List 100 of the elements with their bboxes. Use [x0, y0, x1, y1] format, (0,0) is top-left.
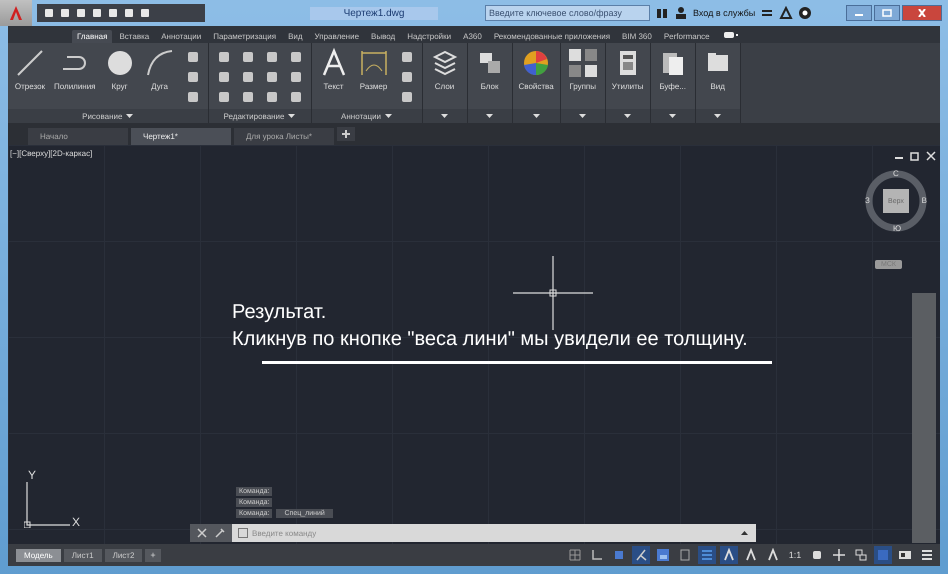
caret-icon[interactable]	[579, 114, 586, 118]
ribbon-tab[interactable]: A360	[458, 30, 487, 43]
plus-icon	[342, 130, 350, 138]
status-bar-button[interactable]	[632, 546, 650, 564]
small-tool-icon[interactable]	[288, 70, 303, 84]
caret-icon[interactable]	[441, 114, 448, 118]
small-tool-icon[interactable]	[240, 90, 255, 104]
caption-text: Кликнув по кнопке "веса лини" мы увидели ее толщину.	[232, 328, 749, 351]
ribbon-button[interactable]: Полилиния	[52, 47, 98, 91]
caret-icon[interactable]	[532, 114, 540, 118]
app-logo[interactable]	[0, 0, 32, 26]
small-tool-icon[interactable]	[240, 50, 255, 64]
small-tool-icon[interactable]	[288, 90, 303, 104]
small-tool-icon[interactable]	[186, 70, 200, 84]
ribbon-tab[interactable]: Вывод	[366, 30, 400, 43]
ribbon-tab[interactable]: Главная	[72, 30, 112, 43]
lineweight-icon	[700, 548, 714, 562]
close-button[interactable]	[902, 5, 942, 21]
isolate-icon	[854, 548, 868, 562]
small-tool-icon[interactable]	[216, 70, 231, 84]
restore-icon[interactable]	[910, 151, 920, 161]
panel-title[interactable]: Рисование	[82, 112, 122, 120]
compass-label[interactable]: З	[865, 196, 870, 205]
wrench-icon[interactable]	[214, 527, 226, 539]
ribbon-button[interactable]: Круг	[102, 47, 138, 91]
sign-in-link[interactable]: Вход в службы	[693, 8, 756, 18]
command-line-field[interactable]: Введите команду	[252, 528, 737, 538]
caret-icon[interactable]	[288, 114, 296, 118]
status-bar-button[interactable]	[654, 546, 672, 564]
caret-icon[interactable]	[624, 114, 632, 118]
small-tool-icon[interactable]	[240, 70, 255, 84]
user-icon[interactable]	[674, 6, 688, 20]
clean-icon	[898, 548, 912, 562]
viewport-label[interactable]: [−][Сверху][2D-каркас]	[10, 149, 92, 158]
annot-icon	[722, 548, 736, 562]
ribbon-tab[interactable]: Рекомендованные приложения	[488, 30, 616, 43]
document-tab[interactable]: Для урока Листы*	[234, 128, 334, 145]
compass-label[interactable]: В	[922, 196, 927, 205]
document-tab[interactable]: Чертеж1*	[131, 128, 231, 145]
ribbon-button[interactable]: Утилиты	[610, 47, 646, 91]
small-tool-icon[interactable]	[400, 90, 414, 104]
panel-toggle-icon[interactable]	[722, 30, 739, 40]
search-field[interactable]: Введите ключевое слово/фразу	[485, 5, 650, 21]
compass-label[interactable]: Ю	[893, 224, 902, 233]
ribbon-button[interactable]: Свойства	[516, 47, 556, 91]
close-icon[interactable]	[926, 151, 936, 161]
small-tool-icon[interactable]	[216, 90, 231, 104]
document-tab[interactable]: Начало	[28, 128, 128, 145]
small-tool-icon[interactable]	[400, 70, 414, 84]
ucs-axes-icon	[24, 482, 70, 528]
ribbon-button[interactable]: Отрезок	[12, 47, 48, 91]
small-tool-icon[interactable]	[186, 90, 200, 104]
gear-icon	[810, 548, 824, 562]
ribbon-tab[interactable]: BIM 360	[617, 30, 657, 43]
otrack-icon	[678, 548, 692, 562]
caret-icon[interactable]	[486, 114, 494, 118]
ribbon-button[interactable]: Размер	[356, 47, 392, 91]
ribbon-button[interactable]: Дуга	[142, 47, 178, 91]
compass-label[interactable]: С	[893, 169, 899, 178]
caret-icon[interactable]	[714, 114, 722, 118]
grid-icon	[568, 548, 582, 562]
ribbon-tab[interactable]: Performance	[658, 30, 715, 43]
ribbon-button[interactable]: Текст	[316, 47, 352, 91]
annot-icon	[744, 548, 758, 562]
window-title: Чертеж1.dwg	[310, 6, 438, 20]
small-tool-icon[interactable]	[264, 70, 279, 84]
small-tool-icon[interactable]	[400, 50, 414, 64]
small-tool-icon[interactable]	[264, 90, 279, 104]
caret-icon[interactable]	[669, 114, 676, 118]
small-tool-icon[interactable]	[186, 50, 200, 64]
scrollbar[interactable]	[912, 293, 936, 543]
command-input-box[interactable]: Введите команду	[232, 524, 756, 542]
minimize-button[interactable]	[846, 5, 872, 21]
ribbon-button[interactable]: Слои	[426, 47, 463, 91]
status-bar-button[interactable]	[720, 546, 738, 564]
ortho-icon	[612, 548, 626, 562]
ribbon-tab[interactable]: Надстройки	[402, 30, 456, 43]
status-bar-button[interactable]	[830, 546, 848, 564]
ribbon-tab[interactable]: Вид	[283, 30, 308, 43]
small-tool-icon[interactable]	[216, 50, 231, 64]
ribbon-button[interactable]: Вид	[700, 47, 736, 91]
new-tab-button[interactable]	[337, 127, 355, 141]
small-tool-icon[interactable]	[288, 50, 303, 64]
ribbon-button[interactable]: Буфе...	[654, 47, 691, 91]
maximize-button[interactable]	[874, 5, 900, 21]
ribbon-button[interactable]: Группы	[564, 47, 601, 91]
layout-tab[interactable]: Лист2	[104, 548, 142, 562]
status-bar-button[interactable]: 1:1	[786, 546, 804, 564]
add-layout-button[interactable]: +	[145, 548, 161, 562]
caret-icon[interactable]	[385, 114, 392, 118]
annot-icon	[766, 548, 780, 562]
layout-tab[interactable]: Лист1	[64, 548, 102, 562]
ribbon-button[interactable]: Блок	[472, 47, 508, 91]
ribbon-tab[interactable]: Параметризация	[208, 30, 282, 43]
caret-icon[interactable]	[741, 531, 748, 535]
ribbon-tab[interactable]: Аннотации	[156, 30, 206, 43]
ribbon-tab[interactable]: Вставка	[114, 30, 154, 43]
caret-icon[interactable]	[126, 114, 134, 118]
ribbon-tab[interactable]: Управление	[310, 30, 364, 43]
small-tool-icon[interactable]	[264, 50, 279, 64]
